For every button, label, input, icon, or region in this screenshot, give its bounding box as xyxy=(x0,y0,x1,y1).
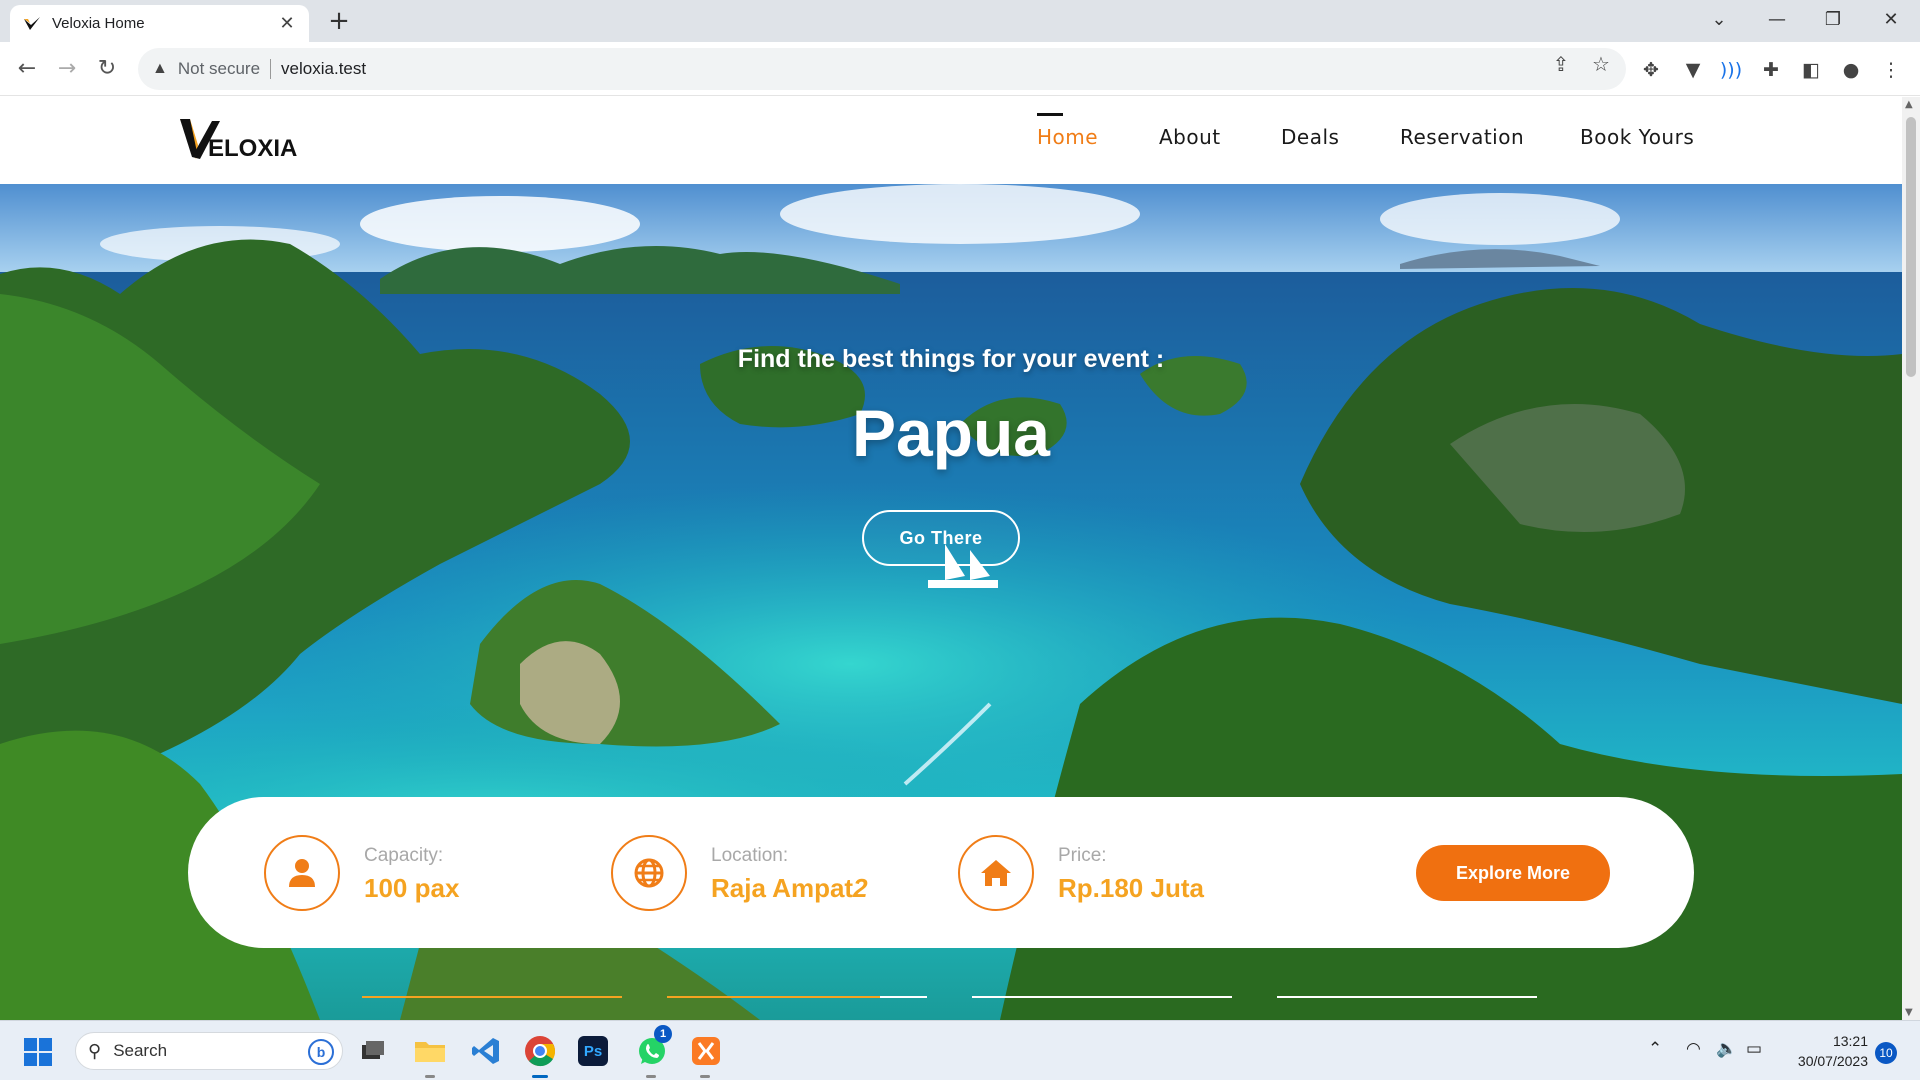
battery-icon[interactable]: ▭ xyxy=(1746,1039,1762,1059)
taskbar-running-indicator xyxy=(700,1075,710,1078)
forward-button[interactable]: → xyxy=(50,52,84,86)
price-label: Price: xyxy=(1058,845,1107,866)
side-panel-icon[interactable]: ◧ xyxy=(1796,59,1826,83)
windows-taskbar: ⚲ Search b Ps 1 ⌃ ◠ 🔈 ▭ 13:21 30/07/2023… xyxy=(0,1020,1920,1080)
volume-icon[interactable]: 🔈 xyxy=(1716,1039,1737,1059)
move-extension-icon[interactable]: ✥ xyxy=(1636,59,1666,83)
slide-tab-4[interactable]: 4 xyxy=(1277,996,1537,1020)
notification-count-badge[interactable]: 10 xyxy=(1875,1042,1897,1064)
photoshop-icon[interactable]: Ps xyxy=(578,1036,608,1066)
taskbar-search[interactable]: ⚲ Search b xyxy=(75,1032,343,1070)
minimize-button[interactable]: — xyxy=(1752,4,1802,36)
browser-tab[interactable]: Veloxia Home ✕ xyxy=(10,5,309,42)
close-window-button[interactable]: ✕ xyxy=(1866,4,1916,36)
slide-tab-2[interactable]: 2 xyxy=(667,996,927,1020)
location-value: Raja Ampat2 xyxy=(711,873,868,904)
hero-section: Find the best things for your event : Pa… xyxy=(0,184,1902,1020)
slide-tab-progress xyxy=(667,996,881,998)
windows-start-icon[interactable] xyxy=(24,1038,52,1066)
home-icon xyxy=(958,835,1034,911)
veloxia-favicon-icon xyxy=(24,16,40,30)
bookmark-star-icon[interactable]: ☆ xyxy=(1586,52,1616,76)
taskbar-active-indicator xyxy=(532,1075,548,1078)
bing-icon[interactable]: b xyxy=(308,1039,334,1065)
whatsapp-badge: 1 xyxy=(654,1025,672,1043)
wifi-extension-icon[interactable]: ))) xyxy=(1716,59,1746,83)
slide-tab-3[interactable]: 3 xyxy=(972,996,1232,1020)
whatsapp-icon[interactable]: 1 xyxy=(634,1025,672,1069)
go-there-button[interactable]: Go There xyxy=(862,510,1020,566)
show-hidden-icons-icon[interactable]: ⌃ xyxy=(1648,1039,1662,1059)
taskbar-clock[interactable]: 13:21 30/07/2023 xyxy=(1784,1031,1868,1071)
extensions-puzzle-icon[interactable]: ✚ xyxy=(1756,59,1786,83)
taskbar-running-indicator xyxy=(425,1075,435,1078)
explore-more-button[interactable]: Explore More xyxy=(1416,845,1610,901)
security-label: Not secure xyxy=(177,59,261,78)
location-label: Location: xyxy=(711,845,789,866)
nav-deals[interactable]: Deals xyxy=(1281,125,1339,149)
tab-title: Veloxia Home xyxy=(52,15,145,32)
xampp-icon[interactable] xyxy=(688,1033,724,1069)
clock-time: 13:21 xyxy=(1832,1033,1868,1049)
vscode-icon[interactable] xyxy=(468,1033,504,1069)
slide-tab-track xyxy=(1277,996,1537,998)
slide-tab-progress xyxy=(362,996,622,998)
reload-button[interactable]: ↻ xyxy=(90,52,124,86)
vpn-extension-icon[interactable]: ▼ xyxy=(1678,59,1708,83)
slide-tab-track xyxy=(972,996,1232,998)
address-divider xyxy=(270,59,272,79)
location-name: Raja Ampat xyxy=(711,873,854,903)
info-card: Capacity: 100 pax Location: Raja Ampat2 … xyxy=(188,797,1694,948)
search-icon: ⚲ xyxy=(88,1040,102,1061)
scroll-down-icon[interactable]: ▼ xyxy=(1905,1007,1913,1018)
search-placeholder: Search xyxy=(113,1041,168,1060)
task-view-icon[interactable] xyxy=(356,1033,392,1069)
tab-search-icon[interactable]: ⌄ xyxy=(1694,4,1744,36)
address-bar[interactable]: ▲ Not secure veloxia.test xyxy=(138,48,1626,90)
page-scrollbar[interactable]: ▲ ▼ xyxy=(1902,97,1920,1020)
capacity-label: Capacity: xyxy=(364,845,444,866)
wifi-icon[interactable]: ◠ xyxy=(1686,1039,1701,1059)
nav-book-yours[interactable]: Book Yours xyxy=(1580,125,1694,149)
site-header: ELOXIA Home About Deals Reservation Book… xyxy=(0,97,1902,184)
globe-icon xyxy=(611,835,687,911)
nav-home[interactable]: Home xyxy=(1037,113,1098,149)
url-text[interactable]: veloxia.test xyxy=(281,59,366,79)
slide-tab-1[interactable]: 1 xyxy=(362,996,622,1020)
clock-date: 30/07/2023 xyxy=(1797,1053,1868,1069)
capacity-value: 100 pax xyxy=(364,873,460,903)
browser-toolbar: ← → ↻ ▲ Not secure veloxia.test ⇪ ☆ ✥ ▼ … xyxy=(0,42,1920,96)
warning-icon[interactable]: ▲ xyxy=(152,60,168,78)
scrollbar-thumb[interactable] xyxy=(1906,117,1916,377)
nav-about[interactable]: About xyxy=(1159,125,1221,149)
browser-tab-strip: Veloxia Home ✕ + ⌄ — ❐ ✕ xyxy=(0,0,1920,42)
veloxia-logo[interactable]: ELOXIA xyxy=(178,115,304,165)
new-tab-button[interactable]: + xyxy=(324,6,354,36)
price-value: Rp.180 Juta xyxy=(1058,873,1204,903)
back-button[interactable]: ← xyxy=(10,52,44,86)
location-suffix: 2 xyxy=(853,873,868,903)
menu-kebab-icon[interactable]: ⋮ xyxy=(1876,59,1906,83)
nav-reservation[interactable]: Reservation xyxy=(1400,125,1524,149)
file-explorer-icon[interactable] xyxy=(412,1033,448,1069)
hero-title: Papua xyxy=(851,396,1051,470)
hero-subtitle: Find the best things for your event : xyxy=(737,345,1165,373)
page-viewport: ELOXIA Home About Deals Reservation Book… xyxy=(0,97,1902,1020)
scroll-up-icon[interactable]: ▲ xyxy=(1905,99,1913,110)
restore-button[interactable]: ❐ xyxy=(1808,4,1858,36)
close-tab-icon[interactable]: ✕ xyxy=(277,13,297,34)
logo-text: ELOXIA xyxy=(208,135,298,162)
chrome-icon[interactable] xyxy=(522,1033,558,1069)
user-icon xyxy=(264,835,340,911)
profile-avatar-icon[interactable]: ● xyxy=(1836,59,1866,83)
share-icon[interactable]: ⇪ xyxy=(1546,52,1576,76)
taskbar-running-indicator xyxy=(646,1075,656,1078)
